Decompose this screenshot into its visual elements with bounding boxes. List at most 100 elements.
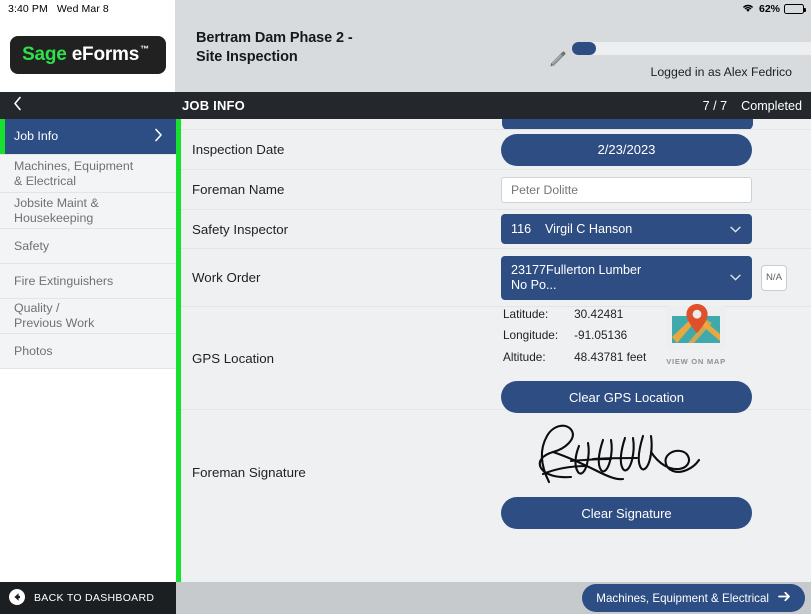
table-row: WO#345 ... (181, 119, 811, 130)
sage-eforms-logo: Sage eForms ™ (9, 36, 166, 74)
next-section-button[interactable]: Machines, Equipment & Electrical (582, 584, 805, 612)
sidebar-item-label: Safety (14, 238, 50, 253)
battery-icon (784, 4, 807, 14)
page-title: Bertram Dam Phase 2 - Site Inspection (196, 30, 353, 65)
status-bar-left: 3:40 PM Wed Mar 8 (0, 0, 175, 18)
status-badge: Completed (741, 98, 802, 113)
field-label-work-order: Work Order (192, 270, 261, 285)
navbar-right: 7 / 7 Completed (703, 92, 802, 119)
ios-status-bar: 3:40 PM Wed Mar 8 62% (0, 0, 811, 18)
signature-stack: Clear Signature (501, 405, 752, 539)
field-label-inspection-date: Inspection Date (192, 142, 285, 157)
ellipsis-label: ... (731, 119, 741, 120)
field-value-foreman-signature: Clear Signature (491, 405, 811, 539)
sidebar-item-fire-extinguishers[interactable]: Fire Extinguishers (0, 264, 176, 299)
sidebar-item-machines-equipment-electrical[interactable]: Machines, Equipment & Electrical (0, 155, 176, 193)
gps-latitude-value: 30.42481 (574, 306, 624, 321)
page-counter: 7 / 7 (702, 98, 728, 113)
sidebar-item-label: Jobsite Maint & Housekeeping (14, 195, 99, 225)
form-progress-fill (572, 42, 596, 55)
brand-area: Sage eForms ™ (0, 18, 175, 92)
safety-inspector-select[interactable]: 116 Virgil C Hanson (501, 214, 752, 244)
table-row: Inspection Date 2/23/2023 (181, 130, 811, 170)
header-content: Bertram Dam Phase 2 - Site Inspection Lo… (175, 18, 811, 92)
gps-readout: Latitude: 30.42481 Longitude: -91.05136 … (501, 303, 752, 370)
sidebar-item-photos[interactable]: Photos (0, 334, 176, 369)
field-value-gps-location: Latitude: 30.42481 Longitude: -91.05136 … (491, 294, 811, 423)
nav-back-button[interactable] (0, 92, 34, 119)
gps-altitude-label: Altitude: (503, 349, 546, 364)
field-value-foreman-name (491, 176, 811, 203)
work-order-number-value: WO#345 (514, 119, 563, 120)
work-order-na-button[interactable]: N/A (761, 264, 787, 291)
map-pin-icon (667, 303, 726, 355)
sidebar-item-label: Fire Extinguishers (14, 273, 114, 288)
sidebar-item-jobsite-maint-housekeeping[interactable]: Jobsite Maint & Housekeeping (0, 193, 176, 229)
wifi-icon (741, 0, 755, 18)
chevron-right-icon (154, 128, 163, 146)
table-row: Foreman Name (181, 170, 811, 210)
field-value-inspection-date: 2/23/2023 (491, 133, 811, 166)
sidebar-item-label: Job Info (14, 129, 59, 143)
field-value-safety-inspector: 116 Virgil C Hanson (491, 214, 811, 244)
gps-coordinates-table: Latitude: 30.42481 Longitude: -91.05136 … (501, 303, 648, 370)
field-label-foreman-signature: Foreman Signature (192, 464, 306, 480)
status-time: 3:40 PM (8, 3, 48, 15)
gps-altitude-row: Altitude: 48.43781 feet (503, 348, 646, 368)
work-order-value: 23177Fullerton Lumber No Po... (511, 263, 728, 293)
status-date: Wed Mar 8 (56, 3, 109, 15)
logo-sage-text: Sage (22, 44, 67, 65)
pencil-icon[interactable] (546, 49, 568, 71)
gps-stack: Latitude: 30.42481 Longitude: -91.05136 … (501, 294, 752, 423)
foreman-name-input[interactable] (501, 176, 752, 203)
table-row: Foreman Signature Clear Signature (181, 410, 811, 534)
field-label-gps-location: GPS Location (192, 350, 275, 366)
logged-in-label: Logged in as Alex Fedrico (650, 65, 792, 79)
sidebar-item-label: Photos (14, 343, 53, 358)
field-label-safety-inspector: Safety Inspector (192, 221, 289, 237)
form-main: WO#345 ... Inspection Date 2/23/2023 For… (181, 119, 811, 582)
app-header: Sage eForms ™ Bertram Dam Phase 2 - Site… (0, 18, 811, 92)
table-row: Safety Inspector 116 Virgil C Hanson (181, 210, 811, 249)
safety-inspector-code: 116 (511, 221, 532, 236)
arrow-right-icon (778, 591, 791, 605)
section-title: JOB INFO (182, 98, 245, 113)
gps-longitude-row: Longitude: -91.05136 (503, 326, 646, 346)
app-footer: BACK TO DASHBOARD Machines, Equipment & … (0, 582, 811, 614)
footer-right: Machines, Equipment & Electrical (176, 582, 811, 614)
app-root: 3:40 PM Wed Mar 8 62% Sage eForms ™ Bert… (0, 0, 811, 614)
sidebar-item-label: Quality / Previous Work (14, 301, 95, 330)
gps-longitude-label: Longitude: (503, 328, 559, 343)
handwritten-signature (538, 424, 700, 484)
section-navbar: JOB INFO 7 / 7 Completed (0, 92, 811, 119)
view-on-map-button[interactable]: VIEW ON MAP (666, 303, 726, 366)
sidebar-item-label: Machines, Equipment & Electrical (14, 158, 134, 188)
view-on-map-label: VIEW ON MAP (666, 356, 726, 366)
chevron-down-icon (728, 226, 742, 233)
sidebar-item-safety[interactable]: Safety (0, 229, 176, 264)
sidebar-item-quality-previous-work[interactable]: Quality / Previous Work (0, 299, 176, 334)
safety-inspector-value: 116 Virgil C Hanson (511, 222, 728, 237)
table-row: GPS Location Latitude: 30.42481 Longitud… (181, 303, 811, 414)
content-area: Job Info Machines, Equipment & Electrical… (0, 119, 811, 582)
signature-canvas[interactable] (501, 415, 752, 489)
sidebar-item-job-info[interactable]: Job Info (0, 119, 176, 155)
form-progress-bar (572, 42, 811, 55)
gps-altitude-value: 48.43781 feet (574, 349, 647, 364)
chevron-left-icon (13, 96, 22, 116)
work-order-code: 23177 (511, 262, 547, 277)
section-sidebar: Job Info Machines, Equipment & Electrical… (0, 119, 176, 582)
gps-longitude-value: -91.05136 (574, 328, 628, 343)
inspection-date-button[interactable]: 2/23/2023 (501, 133, 752, 166)
work-order-number-pill[interactable]: WO#345 ... (502, 119, 753, 129)
gps-latitude-label: Latitude: (503, 306, 549, 321)
circle-arrow-left-icon (9, 588, 25, 608)
field-label-foreman-name: Foreman Name (192, 182, 285, 197)
status-bar-right: 62% (175, 0, 811, 18)
next-section-label: Machines, Equipment & Electrical (596, 591, 769, 605)
logo-eforms-text: eForms (71, 44, 140, 65)
back-to-dashboard-button[interactable]: BACK TO DASHBOARD (0, 582, 176, 614)
gps-latitude-row: Latitude: 30.42481 (503, 305, 646, 325)
clear-signature-button[interactable]: Clear Signature (501, 497, 752, 529)
safety-inspector-name: Virgil C Hanson (545, 221, 633, 236)
